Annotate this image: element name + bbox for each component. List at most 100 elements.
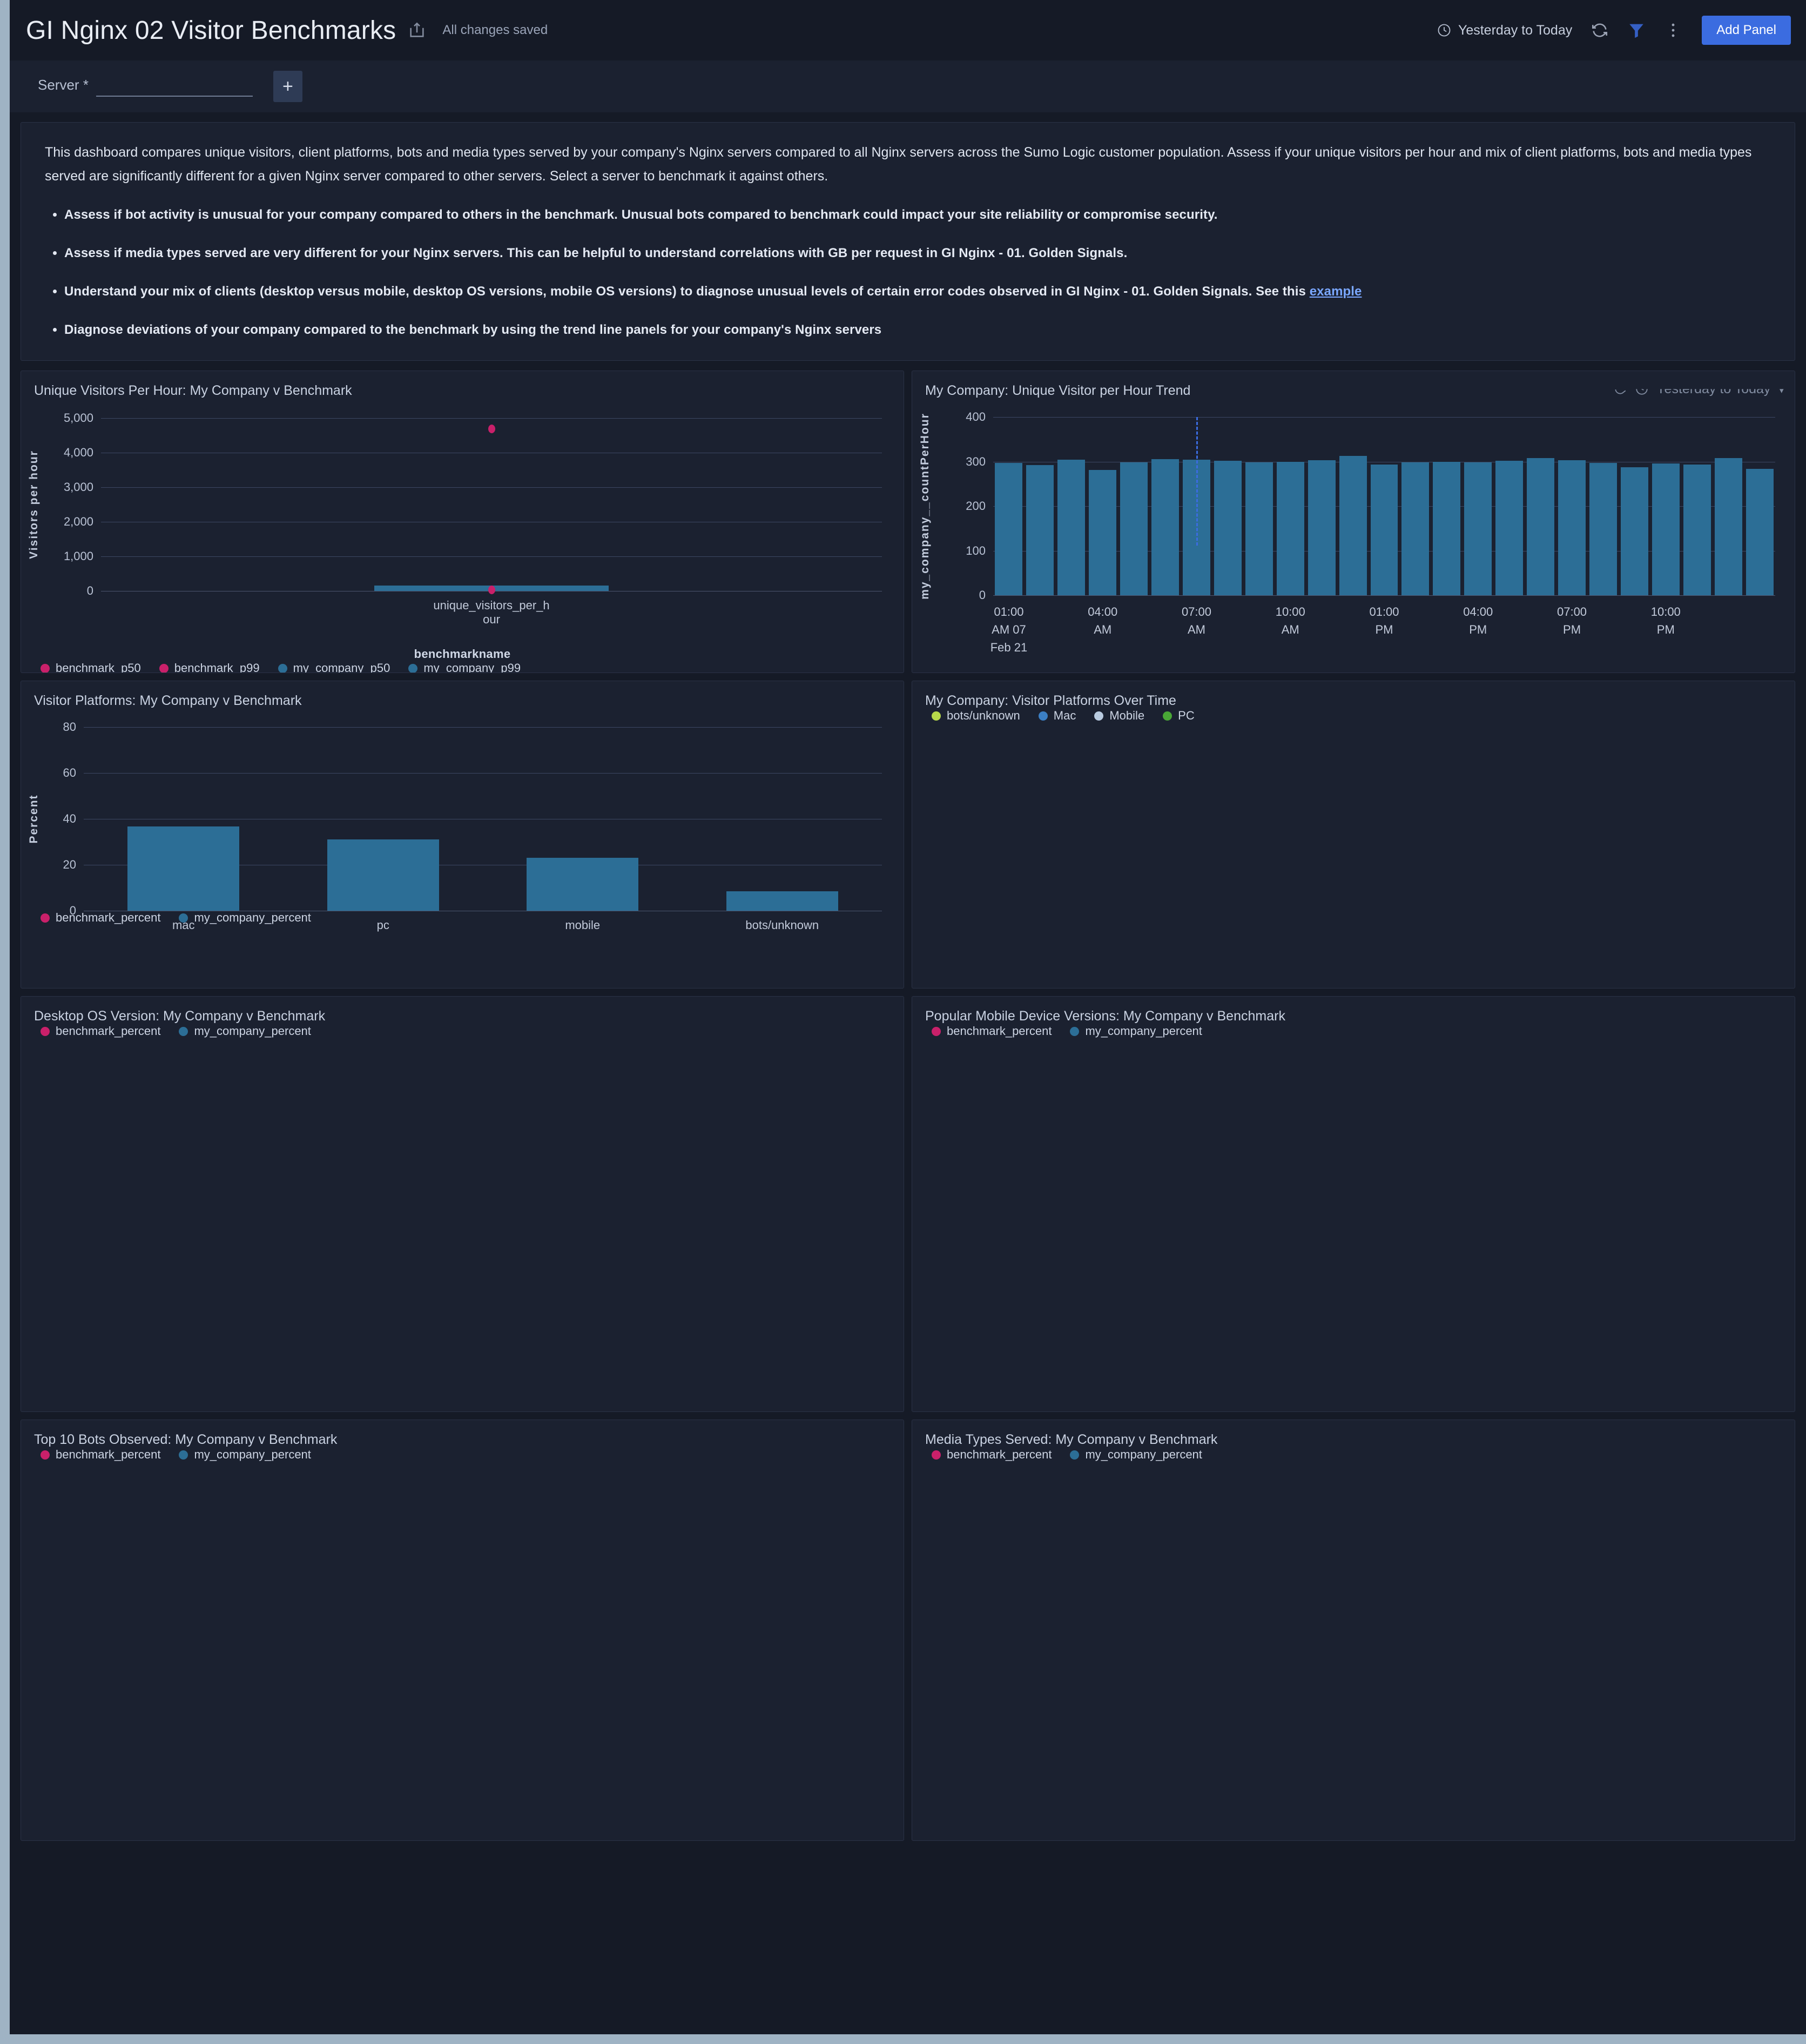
legend-swatch <box>932 1026 941 1036</box>
y-axis-tick: 80 <box>63 720 76 734</box>
share-icon[interactable] <box>408 21 426 39</box>
bar[interactable] <box>1683 464 1711 596</box>
legend-item[interactable]: benchmark_percent <box>41 1024 160 1038</box>
bar[interactable] <box>1620 467 1648 596</box>
time-range-label: Yesterday to Today <box>1458 22 1573 38</box>
bar[interactable] <box>1558 460 1586 596</box>
x-axis-tick: 04:00 AM <box>1088 605 1118 637</box>
time-marker-line <box>1196 417 1198 546</box>
bar[interactable] <box>1433 461 1461 596</box>
legend-swatch <box>159 663 169 673</box>
bar[interactable] <box>1652 463 1680 596</box>
bar[interactable] <box>1714 458 1742 596</box>
x-axis-tick: 04:00 PM <box>1463 605 1493 637</box>
page-title: GI Nginx 02 Visitor Benchmarks <box>26 16 396 45</box>
legend-swatch <box>179 1026 188 1036</box>
bar[interactable] <box>1495 461 1524 596</box>
y-axis-tick: 200 <box>966 499 986 513</box>
y-axis-tick: 60 <box>63 766 76 780</box>
x-axis-tick: mac <box>172 918 195 932</box>
y-axis-tick: 0 <box>979 588 986 602</box>
panel-title: Media Types Served: My Company v Benchma… <box>925 1432 1218 1448</box>
legend-item[interactable]: my_company_percent <box>179 1024 311 1038</box>
y-axis-tick: 20 <box>63 858 76 872</box>
panel-title: Popular Mobile Device Versions: My Compa… <box>925 1008 1285 1024</box>
save-status: All changes saved <box>442 23 548 37</box>
legend-item[interactable]: my_company_percent <box>1070 1448 1202 1462</box>
bar[interactable] <box>1339 456 1367 596</box>
legend-item[interactable]: my_company_percent <box>179 1448 311 1462</box>
example-link[interactable]: example <box>1310 284 1362 299</box>
panel-media-types-served: Media Types Served: My Company v Benchma… <box>912 1420 1795 1841</box>
panel-title: Top 10 Bots Observed: My Company v Bench… <box>34 1432 338 1448</box>
clock-icon <box>1438 24 1451 37</box>
bar[interactable] <box>1057 459 1086 596</box>
chart-area[interactable]: 0 100 200 300 400 my_company__countPerHour 01:… <box>912 410 1795 654</box>
y-axis-tick: 3,000 <box>63 480 93 494</box>
legend-item[interactable]: my_company_percent <box>1070 1024 1202 1038</box>
chart-area[interactable]: 0 1,000 2,000 3,000 4,000 5,000 Visitors per h… <box>21 411 904 661</box>
legend-item[interactable]: benchmark_p99 <box>159 661 260 673</box>
legend-item[interactable]: my_company_percent <box>179 911 311 925</box>
time-range-picker[interactable]: Yesterday to Today <box>1437 23 1572 38</box>
x-axis-tick: bots/unknown <box>745 918 819 932</box>
x-axis-tick: 01:00 AM 07 Feb 21 <box>990 605 1028 655</box>
panel-unique-visitors-per-hour: Unique Visitors Per Hour: My Company v B… <box>21 371 904 674</box>
bar[interactable] <box>1464 462 1492 596</box>
legend-item[interactable]: benchmark_percent <box>932 1024 1052 1038</box>
bar[interactable] <box>1245 462 1273 596</box>
bar[interactable] <box>1527 458 1555 596</box>
legend-item[interactable]: Mobile <box>1094 709 1144 723</box>
legend-item[interactable]: benchmark_percent <box>41 911 160 925</box>
chart-area[interactable]: 0 20 40 60 80 Percent mac pc mobile bots/unknown <box>21 720 904 932</box>
bar[interactable] <box>1089 470 1117 596</box>
panel-title: My Company: Visitor Platforms Over Time <box>925 693 1176 709</box>
bar[interactable] <box>1589 463 1617 596</box>
data-point[interactable] <box>488 425 495 434</box>
data-point[interactable] <box>488 585 495 594</box>
dashboard-header: GI Nginx 02 Visitor Benchmarks All chang… <box>10 0 1806 60</box>
legend-item[interactable]: my_company_p50 <box>278 661 390 673</box>
server-input[interactable] <box>96 76 253 97</box>
legend-swatch <box>179 1450 188 1460</box>
add-panel-button[interactable]: Add Panel <box>1702 16 1791 45</box>
y-axis-tick: 4,000 <box>63 446 93 460</box>
filter-icon[interactable] <box>1627 21 1646 39</box>
bar[interactable] <box>1214 461 1242 596</box>
add-filter-button[interactable]: + <box>273 71 302 102</box>
bar[interactable] <box>1151 459 1180 596</box>
required-marker: * <box>83 77 89 93</box>
legend-item[interactable]: bots/unknown <box>932 709 1020 723</box>
description-paragraph: This dashboard compares unique visitors,… <box>45 145 1752 184</box>
server-filter-group: Server * <box>38 76 253 97</box>
panel-grid: Unique Visitors Per Hour: My Company v B… <box>21 371 1795 1841</box>
y-axis-tick: 40 <box>63 812 76 826</box>
bar[interactable] <box>1370 464 1398 596</box>
x-axis-tick: 07:00 PM <box>1556 605 1587 637</box>
bar[interactable] <box>1276 461 1304 596</box>
bar[interactable] <box>995 463 1023 596</box>
bar[interactable] <box>1308 460 1336 596</box>
bar[interactable] <box>1120 462 1148 596</box>
legend-swatch <box>1070 1026 1080 1036</box>
legend-item[interactable]: benchmark_p50 <box>41 661 141 673</box>
legend-item[interactable]: benchmark_percent <box>41 1448 160 1462</box>
x-axis-tick: mobile <box>565 918 601 932</box>
panel-visitor-platforms-over-time: My Company: Visitor Platforms Over Time … <box>912 681 1795 989</box>
bar[interactable] <box>1026 465 1054 596</box>
list-item: Assess if media types served are very di… <box>64 243 1771 263</box>
bar[interactable] <box>1746 468 1774 596</box>
legend-swatch <box>1070 1450 1080 1460</box>
legend-item[interactable]: Mac <box>1038 709 1076 723</box>
legend-item[interactable]: benchmark_percent <box>932 1448 1052 1462</box>
legend-item[interactable]: PC <box>1163 709 1195 723</box>
chart-legend: benchmark_percent my_company_percent <box>912 1448 1795 1471</box>
x-axis-tick: 10:00 PM <box>1650 605 1681 637</box>
more-vertical-icon[interactable] <box>1664 21 1682 39</box>
legend-item[interactable]: my_company_p99 <box>408 661 521 673</box>
panel-top-10-bots: Top 10 Bots Observed: My Company v Bench… <box>21 1420 904 1841</box>
refresh-icon[interactable] <box>1591 21 1609 39</box>
chart-legend: benchmark_p50 benchmark_p99 my_company_p… <box>21 661 904 673</box>
filter-bar: Server * + <box>10 60 1806 112</box>
bar[interactable] <box>1401 462 1430 596</box>
